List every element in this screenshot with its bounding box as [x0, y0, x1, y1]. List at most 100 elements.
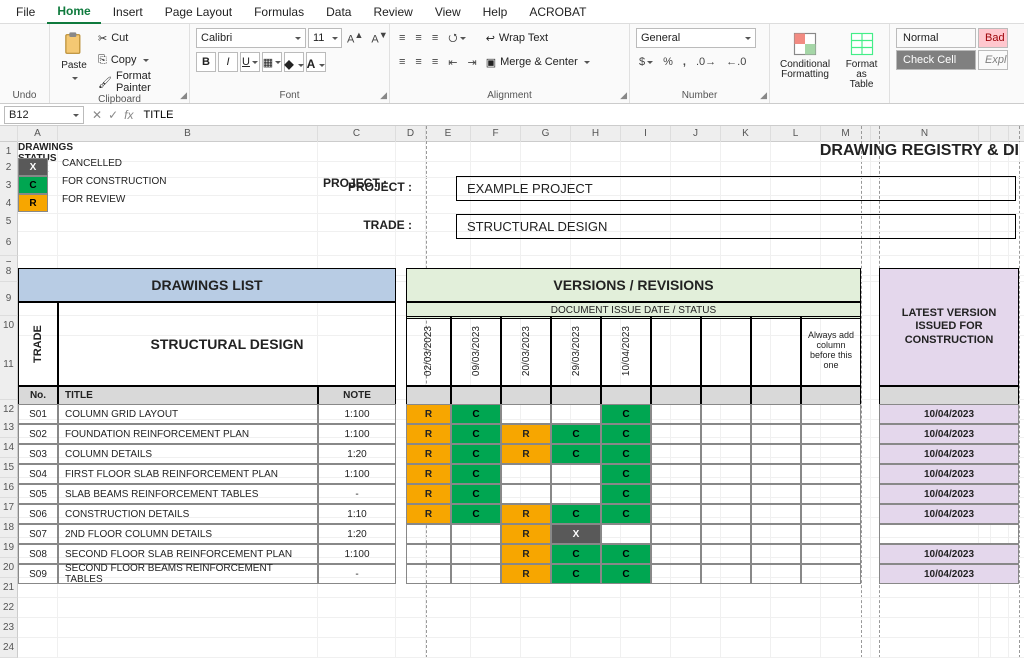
align-top-button[interactable]: ≡ [396, 31, 408, 45]
row-header[interactable]: 23 [0, 618, 18, 638]
cancel-formula-icon[interactable]: ✕ [92, 108, 102, 122]
col-header[interactable]: C [318, 126, 396, 142]
number-format-select[interactable]: General [636, 28, 756, 48]
underline-button[interactable]: U [240, 52, 260, 72]
trade-value: STRUCTURAL DESIGN [456, 214, 1016, 239]
col-header[interactable]: D [396, 126, 426, 142]
fill-color-button[interactable]: ◆ [284, 52, 304, 72]
col-header[interactable] [979, 126, 991, 142]
increase-font-button[interactable]: A▲ [344, 29, 366, 47]
row-header[interactable]: 13 [0, 418, 18, 438]
tab-help[interactable]: Help [473, 1, 518, 23]
col-header[interactable]: B [58, 126, 318, 142]
format-painter-button[interactable]: 🖌Format Painter [98, 72, 183, 92]
row-header[interactable]: 11 [0, 330, 18, 400]
col-header[interactable]: N [871, 126, 979, 142]
row-header[interactable]: 8 [0, 262, 18, 282]
tab-formulas[interactable]: Formulas [244, 1, 314, 23]
indent-increase-button[interactable]: ⇥ [464, 55, 479, 70]
dialog-launcher-icon[interactable]: ◢ [180, 90, 187, 101]
tab-insert[interactable]: Insert [103, 1, 153, 23]
align-left-button[interactable]: ≡ [396, 55, 408, 69]
col-header[interactable]: G [521, 126, 571, 142]
comma-button[interactable]: , [680, 55, 689, 69]
paste-button[interactable]: Paste [56, 28, 92, 86]
style-normal[interactable]: Normal [896, 28, 976, 48]
col-header[interactable] [0, 126, 18, 142]
align-center-button[interactable]: ≡ [412, 55, 424, 69]
bold-button[interactable]: B [196, 52, 216, 72]
col-header[interactable]: F [471, 126, 521, 142]
row-header[interactable]: 2 [0, 158, 18, 178]
accounting-button[interactable]: $ [636, 55, 656, 69]
row-header[interactable]: 19 [0, 538, 18, 558]
col-header[interactable]: O [1009, 126, 1024, 142]
row-header[interactable]: 17 [0, 498, 18, 518]
italic-button[interactable]: I [218, 52, 238, 72]
align-middle-button[interactable]: ≡ [412, 31, 424, 45]
undo-button[interactable] [22, 40, 28, 56]
font-name-select[interactable]: Calibri [196, 28, 306, 48]
col-header[interactable] [991, 126, 1009, 142]
merge-center-button[interactable]: ▣Merge & Center [486, 52, 590, 72]
tab-review[interactable]: Review [363, 1, 422, 23]
dialog-launcher-icon[interactable]: ◢ [760, 90, 767, 101]
font-size-select[interactable]: 11 [308, 28, 342, 48]
tab-view[interactable]: View [425, 1, 471, 23]
row-header[interactable]: 18 [0, 518, 18, 538]
col-header[interactable]: E [426, 126, 471, 142]
worksheet[interactable]: ABCDEFGHIJKLMNOP 1DRAWINGS STATUS INDEXD… [0, 126, 1024, 658]
cut-button[interactable]: ✂Cut [98, 28, 183, 48]
style-explanatory[interactable]: Expl [978, 50, 1008, 70]
tab-data[interactable]: Data [316, 1, 361, 23]
col-header[interactable]: J [671, 126, 721, 142]
col-header[interactable]: A [18, 126, 58, 142]
dialog-launcher-icon[interactable]: ◢ [620, 90, 627, 101]
decrease-decimal-button[interactable]: ←.0 [723, 55, 749, 69]
row-header[interactable]: 24 [0, 638, 18, 658]
col-header[interactable]: H [571, 126, 621, 142]
tab-file[interactable]: File [6, 1, 45, 23]
indent-decrease-button[interactable]: ⇤ [445, 55, 460, 70]
fx-icon[interactable]: fx [124, 108, 133, 122]
row-header[interactable]: 5 [0, 212, 18, 232]
percent-button[interactable]: % [660, 55, 676, 69]
font-color-button[interactable]: A [306, 52, 326, 72]
row-header[interactable]: 22 [0, 598, 18, 618]
col-header[interactable]: L [771, 126, 821, 142]
copy-button[interactable]: ⎘Copy [98, 50, 183, 70]
row-header[interactable]: 14 [0, 438, 18, 458]
column-headers[interactable]: ABCDEFGHIJKLMNOP [0, 126, 1024, 142]
formula-input[interactable] [137, 106, 1024, 124]
col-header[interactable]: K [721, 126, 771, 142]
format-as-table-button[interactable]: Format as Table [840, 28, 883, 92]
row-header[interactable]: 20 [0, 558, 18, 578]
row-header[interactable]: 16 [0, 478, 18, 498]
tab-home[interactable]: Home [47, 0, 100, 24]
row-header[interactable]: 12 [0, 400, 18, 420]
row-header[interactable]: 15 [0, 458, 18, 478]
conditional-formatting-button[interactable]: Conditional Formatting [776, 28, 834, 82]
row-header[interactable]: 6 [0, 230, 18, 256]
borders-button[interactable]: ▦ [262, 52, 282, 72]
align-bottom-button[interactable]: ≡ [429, 31, 441, 45]
col-header[interactable]: M [821, 126, 871, 142]
tab-acrobat[interactable]: ACROBAT [519, 1, 596, 23]
row-header[interactable]: 3 [0, 176, 18, 196]
increase-decimal-button[interactable]: .0→ [693, 55, 719, 69]
enter-formula-icon[interactable]: ✓ [108, 108, 118, 122]
wrap-text-button[interactable]: ↩Wrap Text [486, 28, 590, 48]
decrease-font-button[interactable]: A▼ [368, 29, 390, 47]
row-header[interactable]: 9 [0, 282, 18, 316]
style-bad[interactable]: Bad [978, 28, 1008, 48]
style-check-cell[interactable]: Check Cell [896, 50, 976, 70]
tab-page-layout[interactable]: Page Layout [155, 1, 242, 23]
align-right-button[interactable]: ≡ [429, 55, 441, 69]
row-header[interactable]: 4 [0, 194, 18, 214]
col-header[interactable]: I [621, 126, 671, 142]
row-header[interactable]: 21 [0, 578, 18, 598]
dialog-launcher-icon[interactable]: ◢ [380, 90, 387, 101]
redo-button[interactable] [22, 60, 28, 76]
name-box[interactable]: B12 [4, 106, 84, 124]
orientation-button[interactable]: ⭯ [445, 28, 468, 49]
